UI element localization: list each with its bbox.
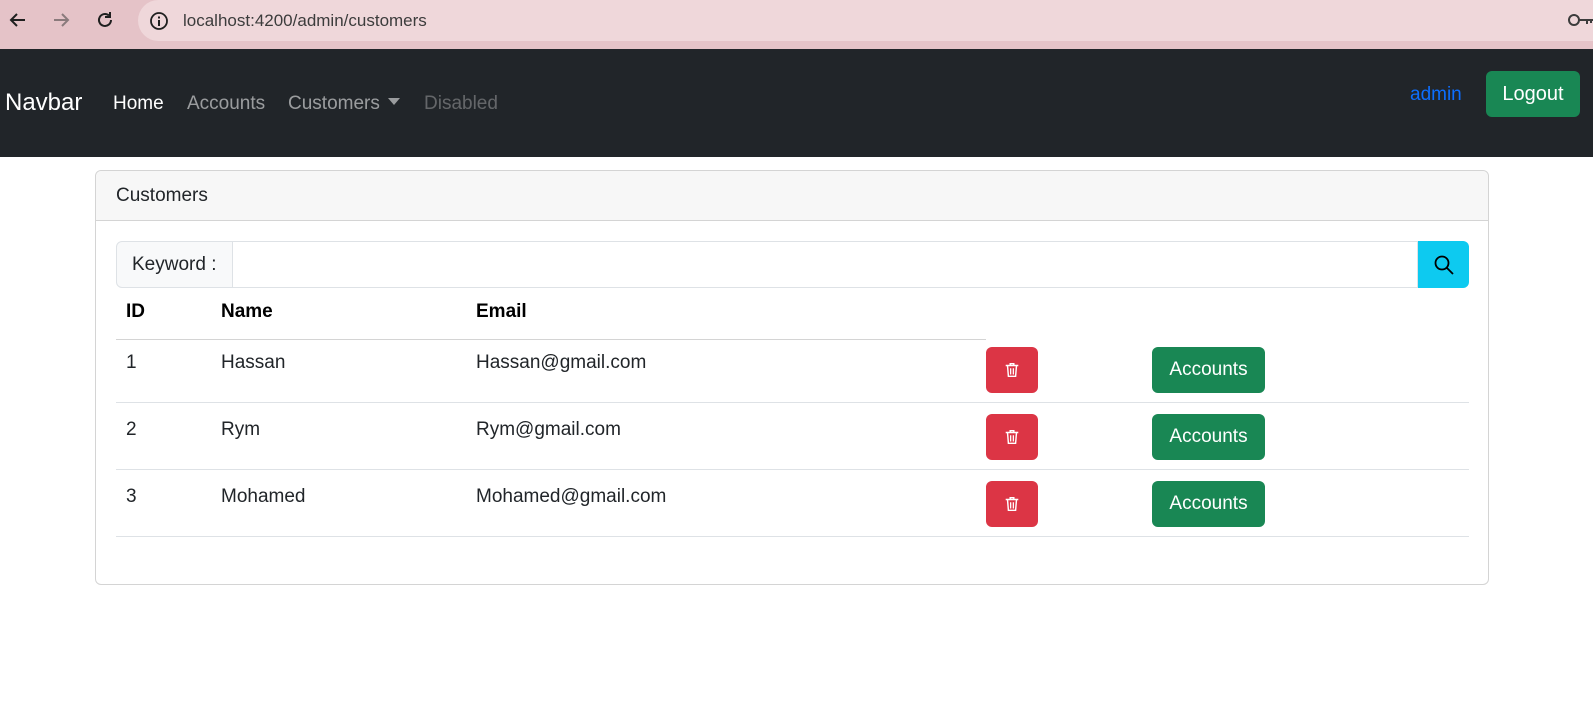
url-text[interactable]: localhost:4200/admin/customers [183, 11, 427, 31]
accounts-button[interactable]: Accounts [1152, 481, 1265, 527]
cell-id: 1 [126, 352, 137, 373]
cell-email: Hassan@gmail.com [476, 352, 647, 373]
search-icon [1434, 255, 1454, 275]
reload-button[interactable] [89, 4, 121, 36]
trash-icon [1005, 362, 1019, 378]
cell-email: Rym@gmail.com [476, 419, 621, 440]
row-divider [116, 469, 1469, 470]
table-header-id: ID [126, 301, 145, 322]
cell-id: 3 [126, 486, 137, 507]
caret-down-icon [387, 98, 400, 106]
nav-link-disabled: Disabled [424, 93, 498, 114]
reload-icon [98, 12, 112, 27]
accounts-button[interactable]: Accounts [1152, 414, 1265, 460]
browser-toolbar: localhost:4200/admin/customers [0, 0, 1593, 49]
nav-dropdown-customers[interactable]: Customers [288, 93, 400, 115]
navbar-brand[interactable]: Navbar [5, 89, 82, 117]
keyword-label: Keyword : [116, 241, 233, 288]
address-bar[interactable]: localhost:4200/admin/customers [138, 0, 1593, 41]
keyword-input[interactable] [233, 241, 1418, 288]
row-divider [116, 536, 1469, 537]
nav-dropdown-customers-label: Customers [288, 93, 380, 114]
nav-link-accounts[interactable]: Accounts [187, 93, 265, 115]
cell-name: Rym [221, 419, 261, 440]
card-title: Customers [96, 171, 1488, 221]
arrow-right-icon [54, 13, 70, 27]
table-header-name: Name [221, 301, 273, 322]
logout-button[interactable]: Logout [1486, 71, 1580, 117]
cell-name: Mohamed [221, 486, 306, 507]
table-header-divider [116, 339, 986, 340]
cell-id: 2 [126, 419, 137, 440]
row-divider [116, 402, 1469, 403]
back-button[interactable] [2, 4, 34, 36]
arrow-left-icon [9, 13, 25, 27]
cell-name: Hassan [221, 352, 286, 373]
forward-button[interactable] [45, 4, 77, 36]
cell-email: Mohamed@gmail.com [476, 486, 667, 507]
search-form: Keyword : [116, 241, 1469, 288]
trash-icon [1005, 429, 1019, 445]
key-icon[interactable] [1567, 9, 1593, 31]
trash-icon [1005, 496, 1019, 512]
app-navbar: Navbar Home Accounts Customers Disabled … [0, 49, 1593, 157]
customers-card: Customers Keyword : ID Name Email 1 Hass… [95, 170, 1489, 585]
search-button[interactable] [1418, 241, 1469, 288]
accounts-button[interactable]: Accounts [1152, 347, 1265, 393]
delete-button[interactable] [986, 414, 1038, 460]
info-icon[interactable] [148, 10, 170, 32]
table-header-email: Email [476, 301, 527, 322]
delete-button[interactable] [986, 481, 1038, 527]
nav-link-home[interactable]: Home [113, 93, 164, 115]
user-link[interactable]: admin [1410, 84, 1462, 106]
delete-button[interactable] [986, 347, 1038, 393]
